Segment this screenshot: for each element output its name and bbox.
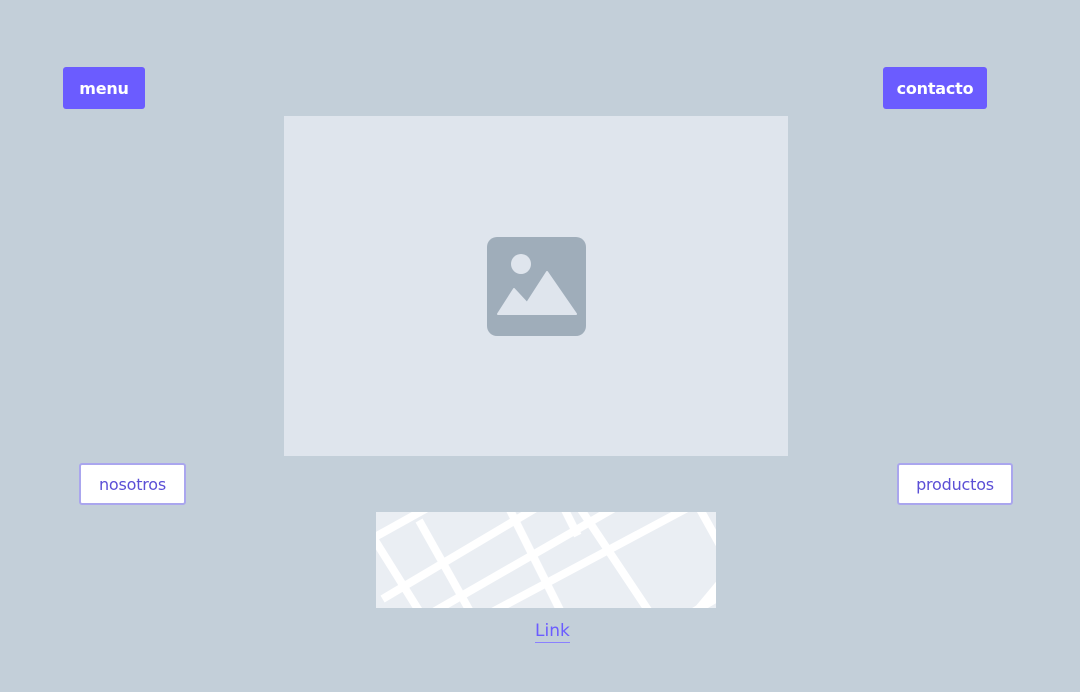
map-placeholder[interactable] (376, 512, 716, 608)
nosotros-button[interactable]: nosotros (79, 463, 186, 505)
menu-button[interactable]: menu (63, 67, 145, 109)
image-placeholder (284, 116, 788, 456)
productos-button[interactable]: productos (897, 463, 1013, 505)
contacto-button[interactable]: contacto (883, 67, 987, 109)
link[interactable]: Link (535, 620, 570, 643)
map-icon (376, 512, 716, 608)
image-icon (486, 236, 586, 336)
